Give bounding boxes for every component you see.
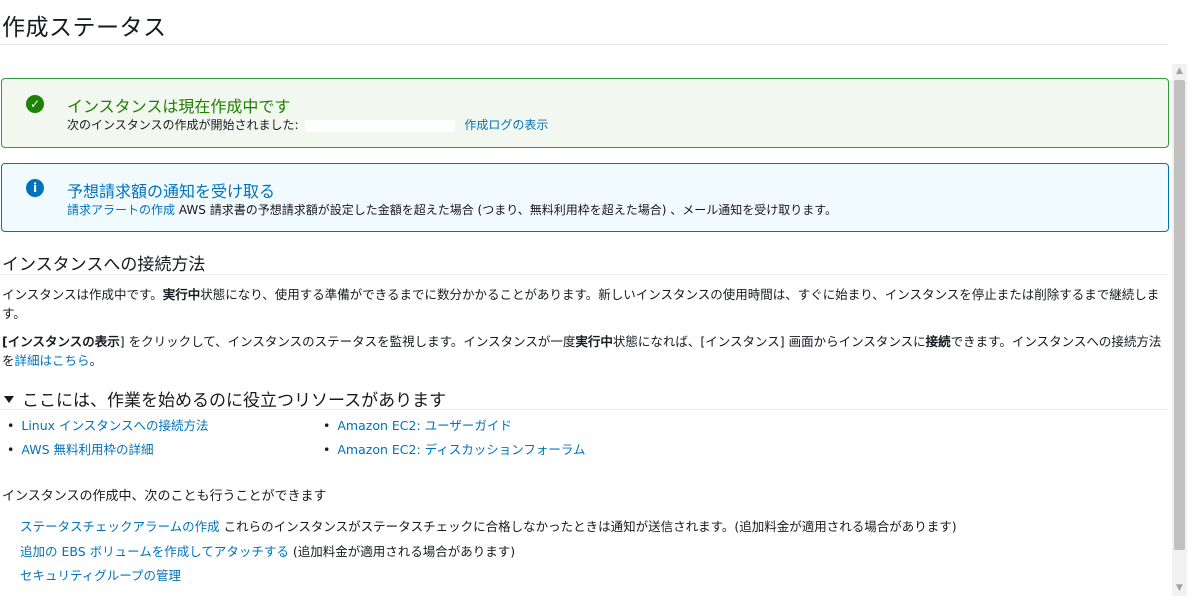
resource-link-free-tier[interactable]: AWS 無料利用枠の詳細 (21, 442, 153, 457)
p2-text-b: 状態になれば、[インスタンス] 画面からインスタンスに (612, 334, 926, 349)
resources-heading: ここには、作業を始めるのに役立つリソースがあります (22, 391, 447, 411)
info-alert: i 予想請求額の通知を受け取る 請求アラートの作成 AWS 請求書の予想請求額が… (1, 163, 1169, 232)
create-billing-alert-link[interactable]: 請求アラートの作成 (67, 203, 175, 217)
resource-item: • AWS 無料利用枠の詳細 (7, 439, 154, 458)
learn-more-link[interactable]: 詳細はこちら (15, 353, 90, 368)
p2-text-a: をクリックして、インスタンスのステータスを監視します。インスタンスが一度 (124, 334, 576, 349)
info-alert-body: 請求アラートの作成 AWS 請求書の予想請求額が設定した金額を超えた場合 (つま… (67, 201, 837, 218)
check-circle-icon: ✓ (26, 95, 44, 113)
bullet: • (7, 418, 15, 433)
scroll-up-arrow-icon[interactable]: ▲ (1172, 64, 1187, 79)
p1-bold: 実行中 (162, 287, 201, 302)
title-divider (0, 44, 1168, 45)
resource-item: • Amazon EC2: ディスカッションフォーラム (323, 439, 586, 458)
resource-link-user-guide[interactable]: Amazon EC2: ユーザーガイド (337, 418, 512, 433)
resources-divider (0, 409, 1168, 410)
info-alert-title: 予想請求額の通知を受け取る (67, 182, 276, 201)
action-description: これらのインスタンスがステータスチェックに合格しなかったときは通知が送信されます… (219, 519, 957, 534)
resource-item: • Linux インスタンスへの接続方法 (7, 415, 209, 434)
bullet: • (7, 442, 15, 457)
success-alert: ✓ インスタンスは現在作成中です 次のインスタンスの作成が開始されました: 作成… (1, 78, 1169, 148)
success-alert-title: インスタンスは現在作成中です (67, 97, 291, 116)
scroll-thumb[interactable] (1174, 80, 1185, 550)
bullet: • (323, 442, 331, 457)
view-launch-log-link[interactable]: 作成ログの表示 (464, 118, 548, 132)
resource-link-linux-connect[interactable]: Linux インスタンスへの接続方法 (21, 418, 208, 433)
scrollbar[interactable]: ▲ ▼ (1172, 64, 1187, 596)
create-status-alarm-link[interactable]: ステータスチェックアラームの作成 (20, 519, 220, 534)
p2-end: 。 (89, 353, 103, 368)
success-alert-text: 次のインスタンスの作成が開始されました: (67, 118, 299, 132)
bullet: • (323, 418, 331, 433)
caret-down-icon (4, 395, 14, 403)
manage-security-groups-link[interactable]: セキュリティグループの管理 (20, 568, 181, 583)
p1-text-a: インスタンスは作成中です。 (2, 287, 163, 302)
connect-heading: インスタンスへの接続方法 (2, 255, 206, 275)
redacted-instance-id (304, 119, 455, 132)
action-item: ステータスチェックアラームの作成 これらのインスタンスがステータスチェックに合格… (20, 516, 957, 535)
resource-item: • Amazon EC2: ユーザーガイド (323, 415, 512, 434)
connect-paragraph-1: インスタンスは作成中です。実行中状態になり、使用する準備ができるまでに数分かかる… (2, 285, 1167, 323)
resource-link-forum[interactable]: Amazon EC2: ディスカッションフォーラム (337, 442, 585, 457)
action-description: (追加料金が適用される場合があります) (288, 544, 516, 559)
scroll-down-arrow-icon[interactable]: ▼ (1172, 581, 1187, 596)
success-alert-body: 次のインスタンスの作成が開始されました: 作成ログの表示 (67, 116, 548, 133)
action-item: セキュリティグループの管理 (20, 565, 181, 584)
page-title: 作成ステータス (2, 15, 167, 41)
info-circle-icon: i (26, 179, 44, 197)
create-ebs-volume-link[interactable]: 追加の EBS ボリュームを作成してアタッチする (20, 544, 289, 559)
info-alert-text: AWS 請求書の予想請求額が設定した金額を超えた場合 (つまり、無料利用枠を超え… (178, 203, 838, 217)
p2-bold-connect: 接続 (925, 334, 951, 349)
connect-paragraph-2: [インスタンスの表示] をクリックして、インスタンスのステータスを監視します。イ… (2, 332, 1167, 370)
p2-bold-view-instances: インスタンスの表示 (7, 334, 120, 349)
resources-toggle[interactable]: ここには、作業を始めるのに役立つリソースがあります (4, 386, 446, 411)
action-item: 追加の EBS ボリュームを作成してアタッチする (追加料金が適用される場合があ… (20, 541, 515, 560)
actions-intro: インスタンスの作成中、次のことも行うことができます (2, 489, 327, 504)
p2-bold-running: 実行中 (575, 334, 613, 349)
connect-divider (0, 274, 1168, 275)
